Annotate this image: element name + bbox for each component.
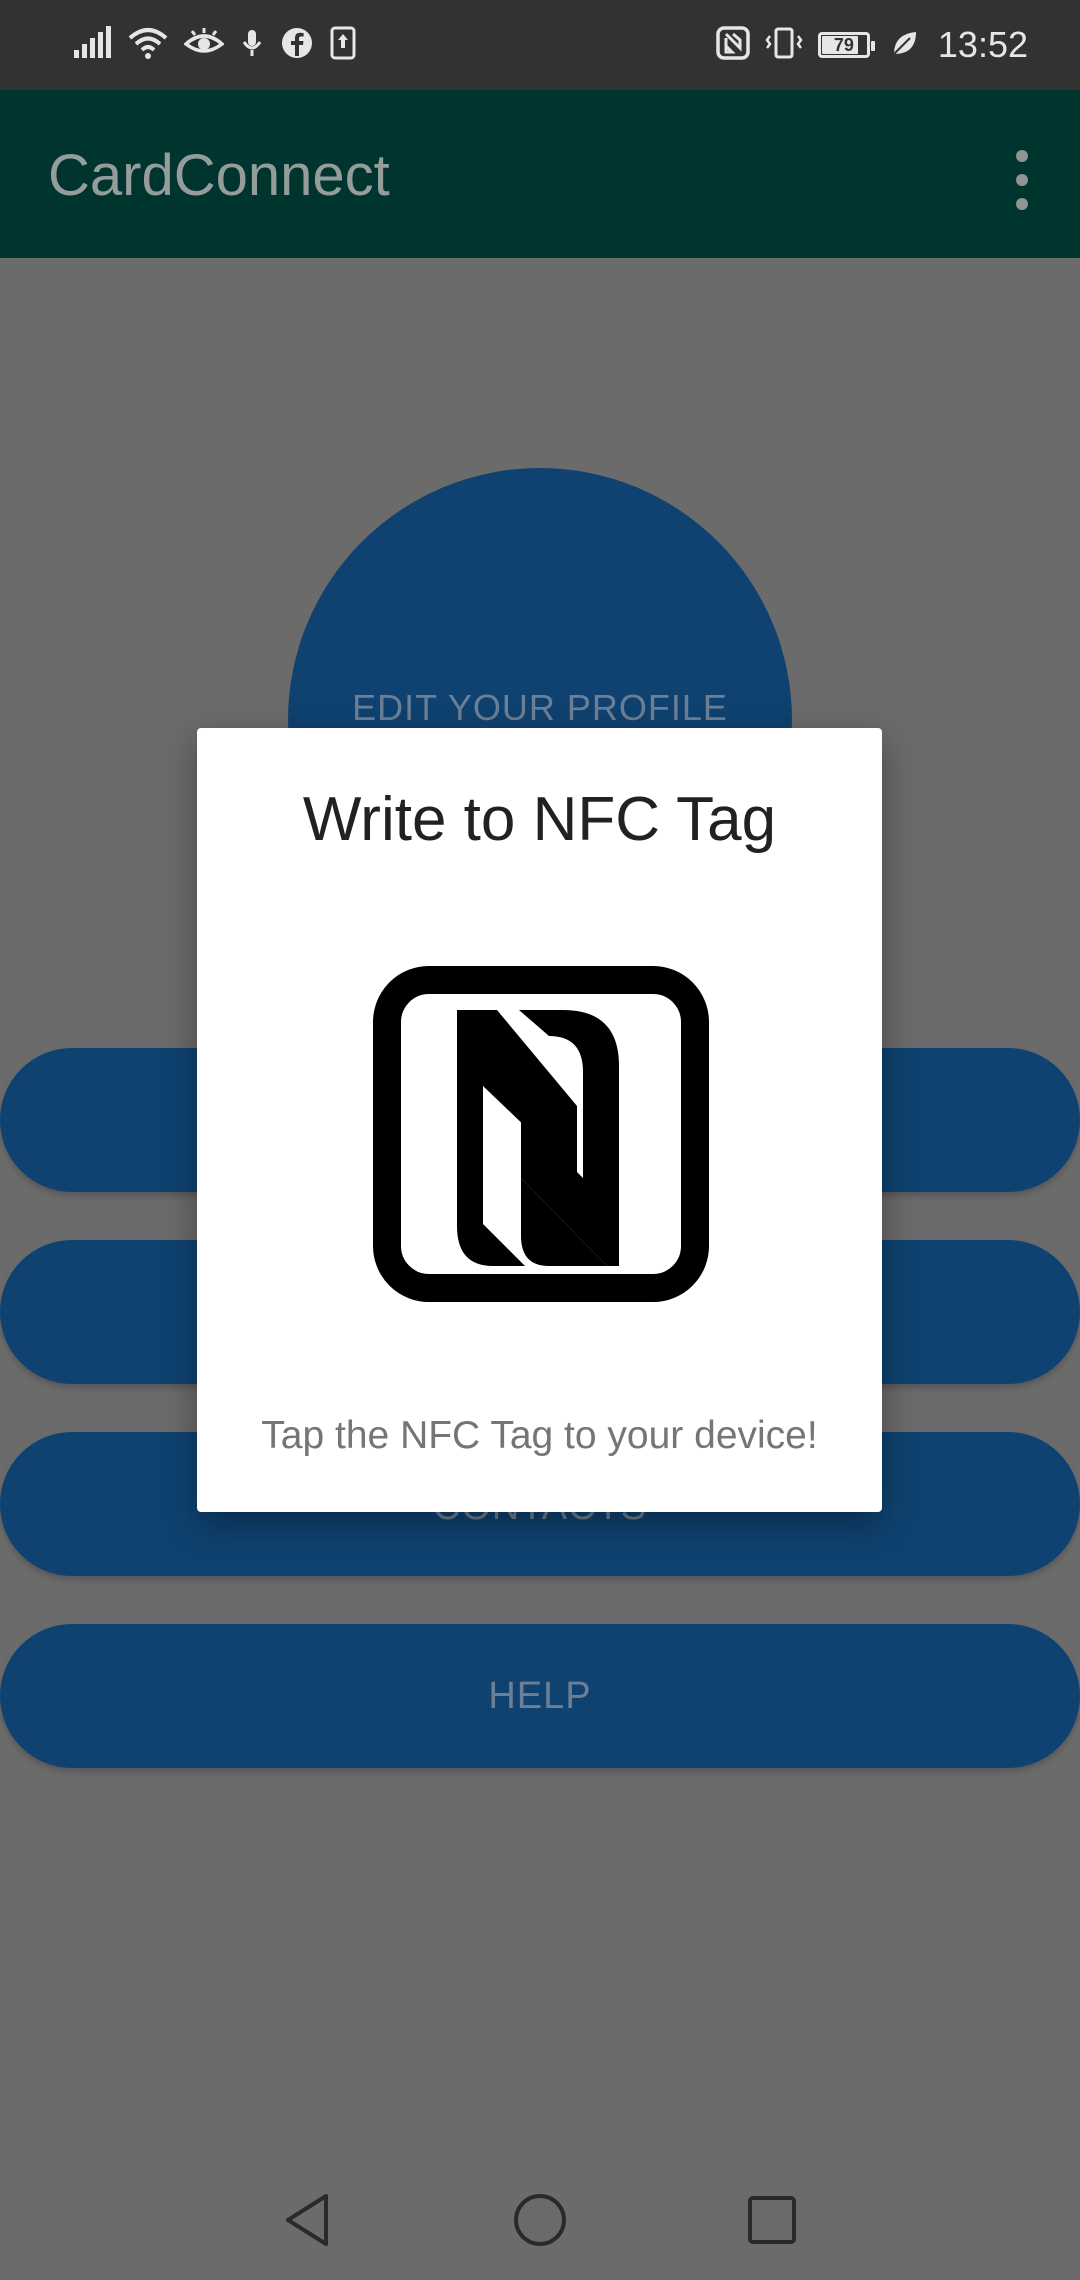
battery-level: 79: [833, 34, 854, 55]
microphone-icon: [240, 26, 264, 65]
facebook-icon: [280, 26, 314, 65]
status-icons-left: [72, 22, 356, 68]
wifi-icon: [128, 26, 168, 65]
dialog-message: Tap the NFC Tag to your device!: [261, 1414, 818, 1457]
signal-icon: [72, 25, 112, 65]
navigation-bar: [0, 2160, 1080, 2280]
help-button[interactable]: HELP: [0, 1624, 1080, 1768]
status-time: 13:52: [937, 24, 1028, 65]
status-bar: 79 13:52: [0, 0, 1080, 90]
more-vert-icon[interactable]: [1004, 150, 1040, 210]
nfc-icon: [373, 966, 709, 1302]
dialog-title: Write to NFC Tag: [302, 785, 777, 854]
help-button-label: HELP: [488, 1674, 592, 1717]
vibrate-icon: [764, 26, 804, 65]
nfc-status-icon: [716, 25, 750, 65]
recents-icon[interactable]: [740, 2188, 804, 2252]
leaf-icon: [890, 28, 920, 63]
home-icon[interactable]: [508, 2188, 572, 2252]
write-nfc-dialog: Write to NFC Tag Tap the NFC Tag to your…: [197, 728, 882, 1512]
eye-comfort-icon: [183, 26, 225, 65]
app-title: CardConnect: [48, 143, 390, 208]
back-icon[interactable]: [276, 2188, 340, 2252]
app-bar: CardConnect: [0, 90, 1080, 258]
battery-icon: 79: [817, 32, 875, 58]
edit-profile-label: EDIT YOUR PROFILE: [352, 687, 728, 728]
upload-icon: [330, 26, 356, 65]
status-icons-right: 79 13:52: [716, 22, 1028, 68]
